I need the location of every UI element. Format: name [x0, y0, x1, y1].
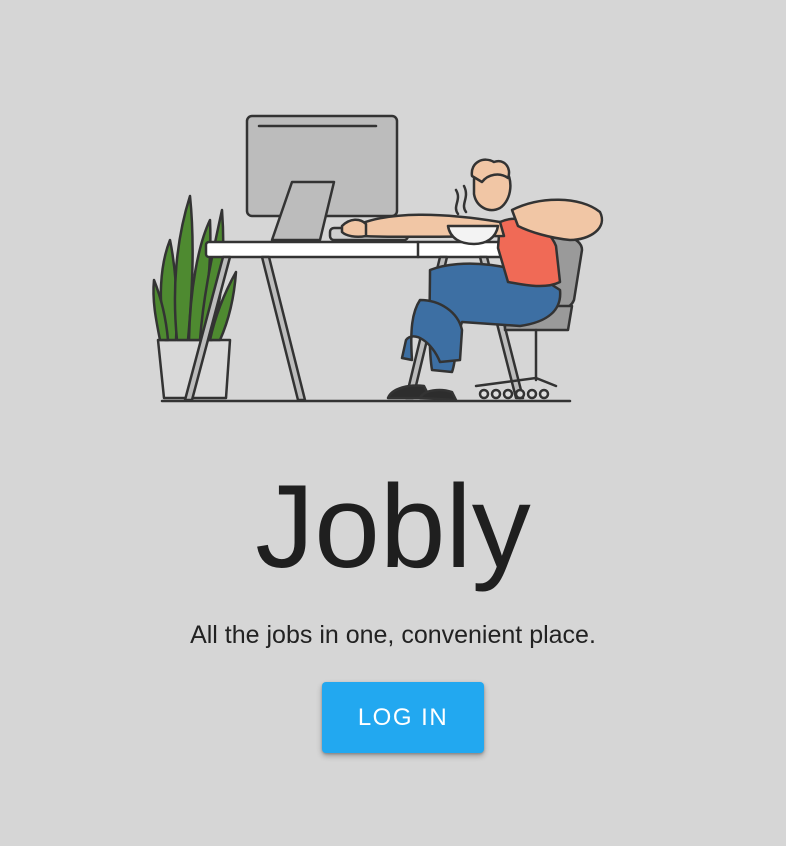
- app-title: Jobly: [255, 461, 531, 593]
- hero-illustration: [152, 114, 604, 403]
- app-tagline: All the jobs in one, convenient place.: [190, 621, 596, 649]
- login-button[interactable]: LOG IN: [322, 682, 484, 753]
- landing-page: Jobly All the jobs in one, convenient pl…: [0, 0, 786, 846]
